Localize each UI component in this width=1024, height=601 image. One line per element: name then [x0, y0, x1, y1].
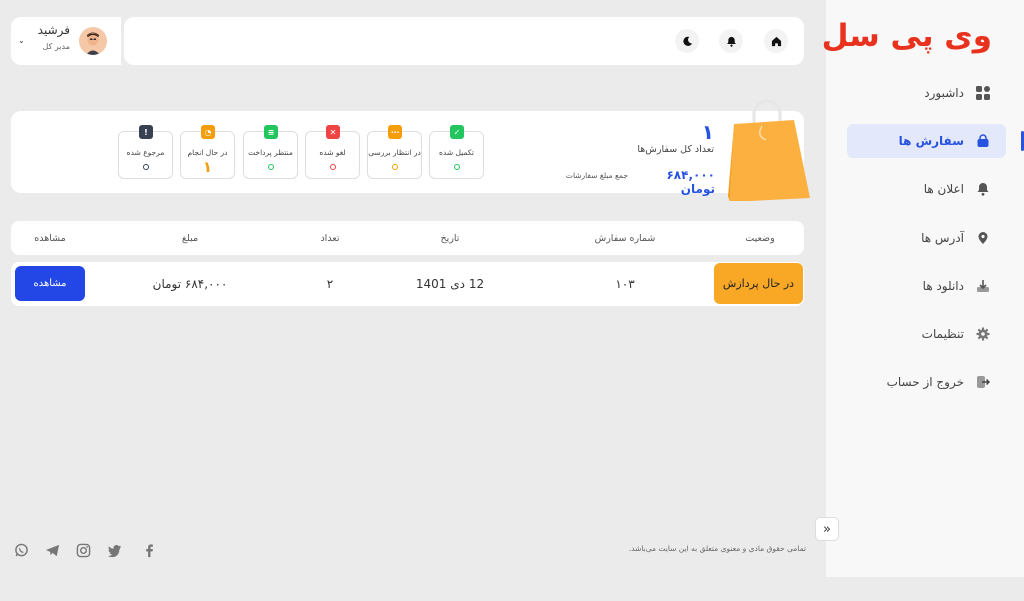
brand-logo[interactable]: وی پی سل: [822, 18, 992, 62]
stat-cancelled[interactable]: ✕ لغو شده: [305, 125, 360, 179]
sidebar-item-label: سفارش ها: [898, 134, 964, 148]
whatsapp-icon[interactable]: [13, 542, 29, 558]
bell-icon: [726, 36, 736, 47]
sidebar-item-dashboard[interactable]: داشبورد: [847, 76, 1006, 110]
stat-completed[interactable]: ✓ تکمیل شده: [429, 125, 484, 179]
collapse-sidebar-button[interactable]: »: [815, 517, 839, 541]
sidebar-item-logout[interactable]: خروج از حساب: [847, 365, 1006, 399]
column-header-amount: مبلغ: [181, 233, 199, 244]
user-role: مدیر کل: [42, 42, 70, 51]
facebook-icon[interactable]: [141, 542, 157, 558]
stat-empty-dot: [143, 164, 149, 170]
sidebar-item-label: داشبورد: [924, 86, 964, 100]
stat-empty-dot: [454, 164, 460, 170]
total-amount-label: جمع مبلغ سفارشات: [565, 171, 628, 180]
stat-empty-dot: [268, 164, 274, 170]
stat-label: در حال انجام: [187, 148, 228, 157]
stat-pending-review[interactable]: ⋯ در انتظار بررسی: [367, 125, 422, 179]
column-header-order-number: شماره سفارش: [594, 233, 656, 244]
home-icon: [771, 36, 781, 46]
column-header-date: تاریخ: [440, 233, 460, 244]
total-orders-label: تعداد کل سفارش‌ها: [637, 144, 714, 155]
stat-label: مرجوع شده: [126, 148, 165, 157]
sidebar-item-label: آدرس ها: [921, 231, 964, 245]
total-amount-value: ۶۸۴,۰۰۰ تومان: [666, 168, 715, 196]
download-icon: [976, 279, 990, 293]
sidebar-item-addresses[interactable]: آدرس ها: [847, 221, 1006, 255]
order-date: 12 دی 1401: [415, 277, 485, 291]
clock-icon: ◔: [201, 125, 215, 139]
view-order-button[interactable]: مشاهده: [15, 266, 85, 301]
column-header-quantity: تعداد: [320, 233, 340, 244]
total-orders-value: ۱: [701, 120, 714, 144]
user-name: فرشید: [37, 23, 70, 37]
column-header-view: مشاهده: [34, 233, 66, 244]
header-bar: [124, 17, 804, 65]
dashboard-icon: [976, 86, 990, 100]
alert-icon: !: [139, 125, 153, 139]
stat-in-progress[interactable]: ◔ در حال انجام ۱: [180, 125, 235, 179]
column-header-status: وضعیت: [745, 233, 775, 244]
stat-value: ۱: [202, 158, 213, 176]
stat-empty-dot: [330, 164, 336, 170]
avatar[interactable]: [79, 27, 107, 55]
stat-label: در انتظار بررسی: [368, 148, 421, 157]
order-amount: ۶۸۴,۰۰۰ تومان: [152, 277, 228, 291]
status-badge: در حال پردازش: [714, 263, 803, 304]
notifications-button[interactable]: [719, 29, 743, 53]
order-quantity: ۲: [326, 277, 334, 291]
instagram-icon[interactable]: [75, 542, 91, 558]
wallet-icon: ≡: [264, 125, 278, 139]
sidebar-item-label: دانلود ها: [922, 279, 964, 293]
home-button[interactable]: [764, 29, 788, 53]
stat-label: لغو شده: [319, 148, 346, 157]
order-number: ۱۰۳: [615, 277, 635, 291]
stat-label: منتظر پرداخت: [248, 148, 293, 157]
sidebar-item-label: خروج از حساب: [886, 375, 964, 389]
shopping-bag-icon: [976, 134, 990, 148]
sidebar-item-orders[interactable]: سفارش ها: [847, 124, 1006, 158]
sidebar-item-settings[interactable]: تنظیمات: [847, 317, 1006, 351]
twitter-icon[interactable]: [106, 542, 122, 558]
check-icon: ✓: [450, 125, 464, 139]
stat-returned[interactable]: ! مرجوع شده: [118, 125, 173, 179]
telegram-icon[interactable]: [44, 542, 60, 558]
stat-awaiting-payment[interactable]: ≡ منتظر پرداخت: [243, 125, 298, 179]
location-pin-icon: [976, 231, 990, 245]
sidebar-item-label: تنظیمات: [921, 327, 964, 341]
stat-empty-dot: [392, 164, 398, 170]
moon-icon: [682, 36, 692, 46]
sidebar-item-downloads[interactable]: دانلود ها: [847, 269, 1006, 303]
dots-icon: ⋯: [388, 125, 402, 139]
theme-toggle-button[interactable]: [675, 29, 699, 53]
copyright-text: تمامی حقوق مادی و معنوی متعلق به این سای…: [628, 544, 806, 553]
x-icon: ✕: [326, 125, 340, 139]
stat-label: تکمیل شده: [438, 148, 475, 157]
chevron-down-icon[interactable]: ⌄: [18, 36, 25, 45]
gear-icon: [976, 327, 990, 341]
sidebar-item-notifications[interactable]: اعلان ها: [847, 172, 1006, 206]
bell-icon: [976, 182, 990, 196]
logout-icon: [976, 375, 990, 389]
sidebar-item-label: اعلان ها: [923, 182, 964, 196]
shopping-bag-icon: [722, 96, 812, 202]
